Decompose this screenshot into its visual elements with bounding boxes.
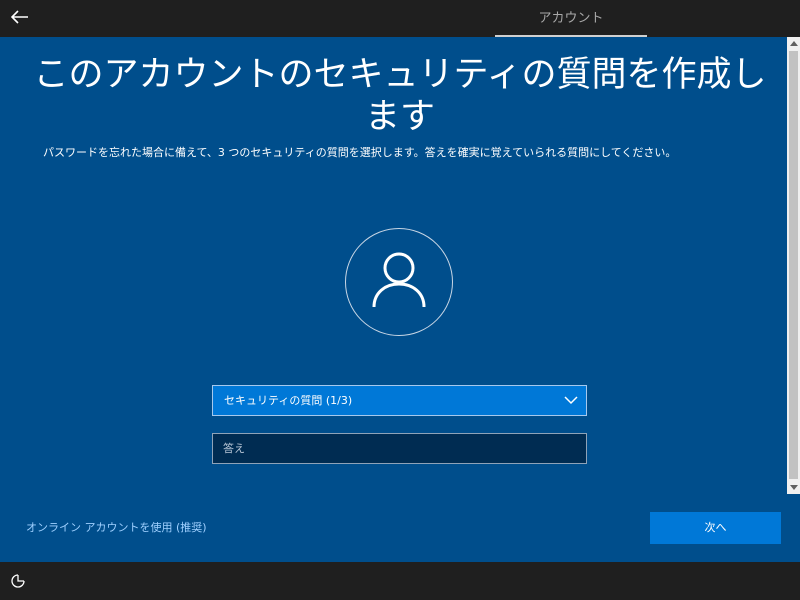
ease-of-access-icon[interactable] — [10, 573, 26, 589]
avatar — [345, 228, 453, 336]
user-icon — [371, 249, 427, 315]
answer-field[interactable] — [212, 433, 587, 464]
page-title: このアカウントのセキュリティの質問を作成します — [33, 55, 767, 137]
next-button[interactable]: 次へ — [650, 512, 781, 544]
back-button[interactable] — [8, 6, 32, 30]
scroll-up-icon[interactable] — [787, 37, 800, 50]
bottom-bar — [0, 562, 800, 600]
scroll-down-icon[interactable] — [787, 481, 800, 494]
security-question-select[interactable]: セキュリティの質問 (1/3) — [212, 385, 587, 416]
tab-account: アカウント — [495, 0, 647, 37]
page-description: パスワードを忘れた場合に備えて、3 つのセキュリティの質問を選択します。答えを確… — [43, 146, 677, 159]
scrollbar-thumb[interactable] — [789, 51, 798, 479]
online-account-link[interactable]: オンライン アカウントを使用 (推奨) — [26, 521, 207, 535]
back-arrow-icon — [10, 9, 29, 28]
tab-account-label: アカウント — [538, 11, 604, 26]
top-bar: アカウント — [0, 0, 800, 37]
scrollbar-gap — [787, 494, 800, 562]
scrollbar[interactable] — [787, 37, 800, 562]
security-question-value: セキュリティの質問 (1/3) — [224, 394, 353, 407]
main-panel: このアカウントのセキュリティの質問を作成します パスワードを忘れた場合に備えて、… — [0, 37, 787, 562]
chevron-down-icon — [563, 392, 579, 408]
